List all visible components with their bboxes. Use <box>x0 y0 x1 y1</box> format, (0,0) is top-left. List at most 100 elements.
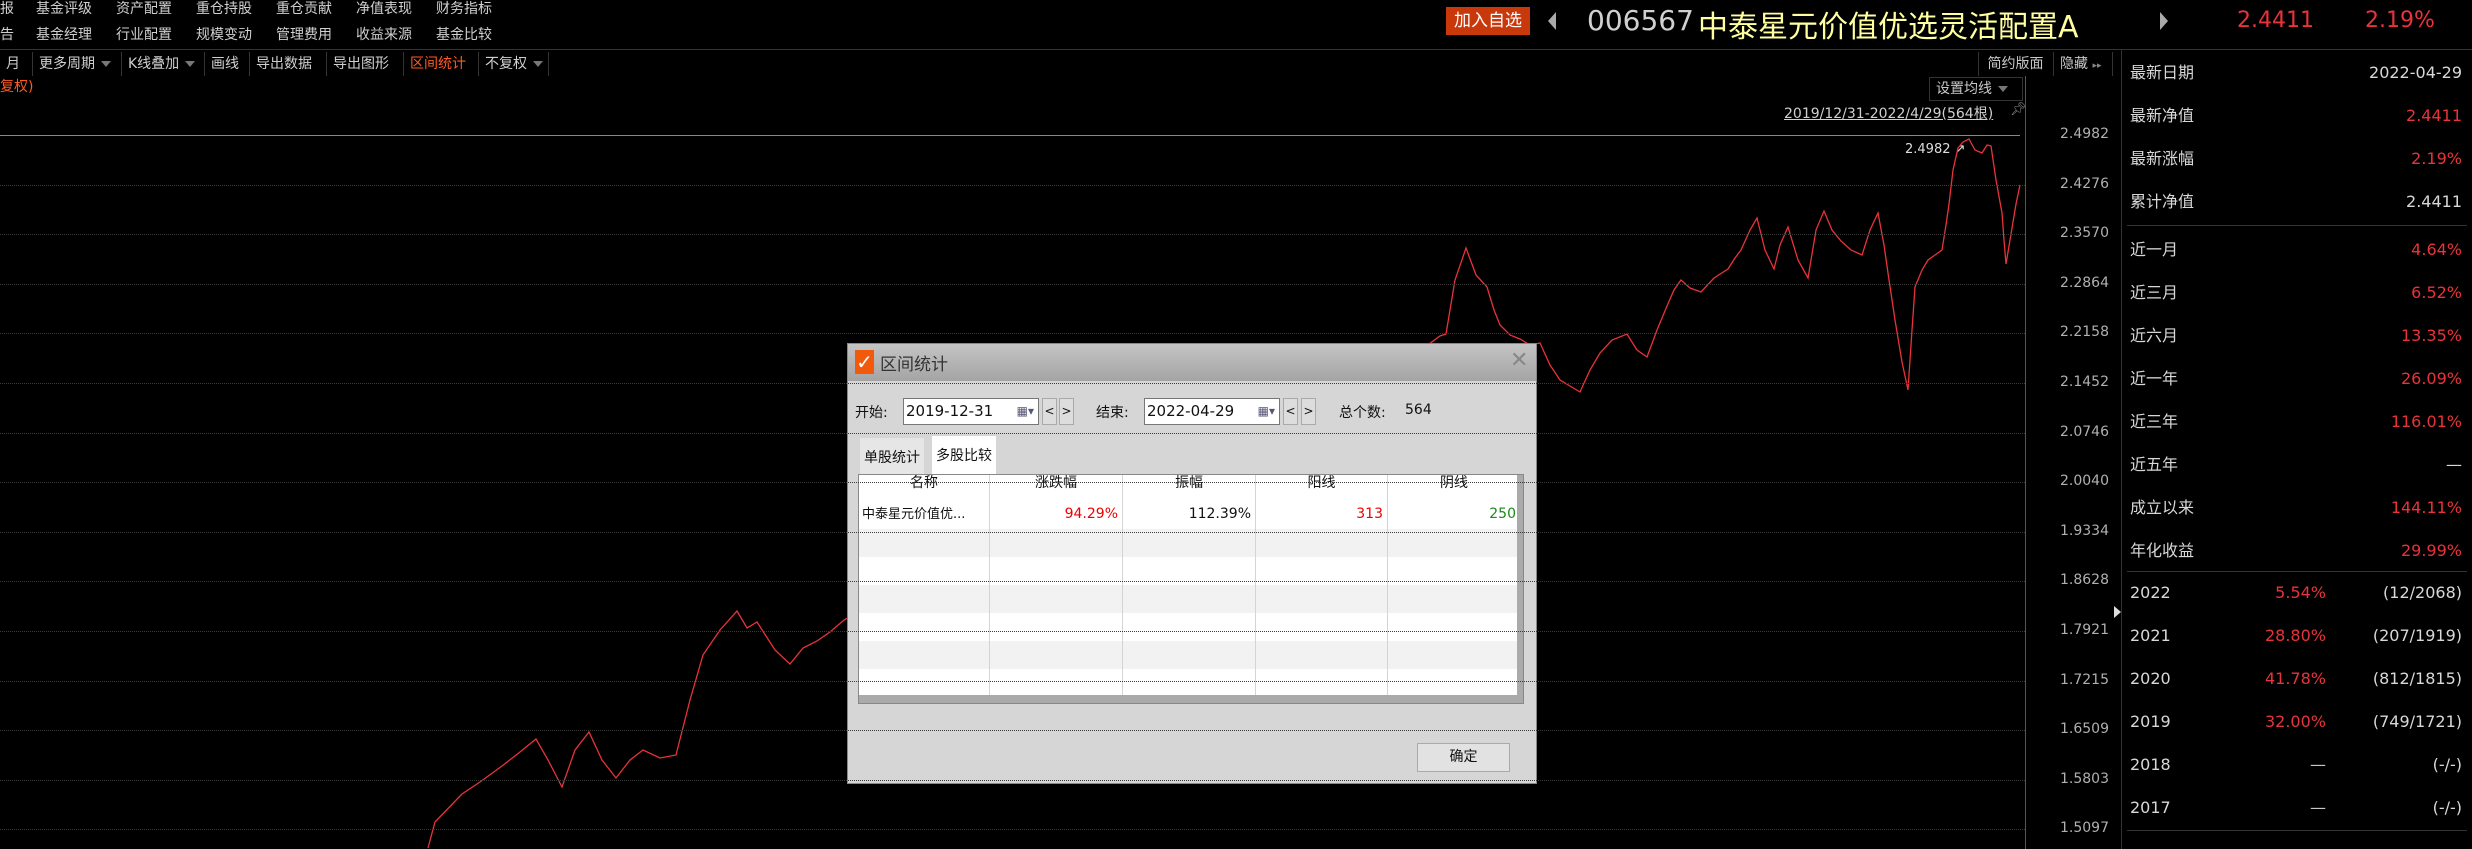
end-prev-button[interactable]: < <box>1283 398 1298 425</box>
panel-row-value: 26.09% <box>2400 369 2462 388</box>
column-header[interactable]: 阴线 <box>1388 475 1521 501</box>
panel-row: 近三月 6.52% <box>2130 281 2462 305</box>
panel-row-label: 最新日期 <box>2130 63 2195 82</box>
toolbar-label: 区间统计 <box>410 56 466 72</box>
column-header[interactable]: 名称 <box>859 475 990 501</box>
gridline <box>0 383 2025 384</box>
table-row[interactable] <box>859 585 1521 613</box>
toolbar-item[interactable]: 导出图形 <box>327 52 404 76</box>
year-return: — <box>2310 755 2326 774</box>
panel-row-value: 2.19% <box>2411 149 2462 168</box>
start-prev-button[interactable]: < <box>1042 398 1057 425</box>
y-axis-tick-label: 2.2864 <box>2060 274 2109 291</box>
table-cell <box>859 613 990 641</box>
y-axis-tick-label: 1.5097 <box>2060 820 2109 837</box>
nav-link[interactable]: 报 <box>0 0 14 18</box>
start-date-input[interactable]: 2019-12-31 ▦▾ <box>903 398 1039 425</box>
year-row: 2018 — (-/-) <box>2130 753 2462 777</box>
year-rank: (12/2068) <box>2383 583 2462 602</box>
hide-label: 隐藏 <box>2060 56 2088 72</box>
gridline <box>0 730 2025 732</box>
vertical-scrollbar[interactable] <box>1517 475 1523 695</box>
nav-link[interactable]: 重仓贡献 <box>276 0 332 18</box>
panel-row-label: 近三年 <box>2130 412 2179 431</box>
hide-panel-button[interactable]: 隐藏 ▸▸ <box>2053 52 2113 76</box>
table-cell <box>1123 641 1256 669</box>
end-next-button[interactable]: > <box>1301 398 1316 425</box>
year-rank: (749/1721) <box>2372 712 2462 731</box>
table-cell: 112.39% <box>1123 501 1256 529</box>
nav-link[interactable]: 规模变动 <box>196 24 252 44</box>
column-header[interactable]: 振幅 <box>1123 475 1256 501</box>
calendar-icon[interactable]: ▦▾ <box>1258 399 1275 424</box>
nav-link[interactable]: 净值表现 <box>356 0 412 18</box>
y-axis-tick-label: 2.1452 <box>2060 374 2109 390</box>
year-label: 2019 <box>2130 712 2171 731</box>
panel-toggle-arrow-icon[interactable] <box>2114 606 2121 618</box>
panel-row: 最新日期 2022-04-29 <box>2130 61 2462 85</box>
nav-link[interactable]: 财务指标 <box>436 0 492 18</box>
ok-button[interactable]: 确定 <box>1417 743 1510 772</box>
table-row[interactable] <box>859 529 1521 557</box>
toolbar-item[interactable]: K线叠加 <box>122 52 205 76</box>
y-axis-tick-label: 1.6509 <box>2060 721 2109 738</box>
table-cell <box>990 669 1123 697</box>
nav-link[interactable]: 告 <box>0 24 14 44</box>
y-axis-tick-label: 1.8628 <box>2060 572 2109 589</box>
toolbar-item[interactable]: 不复权 <box>479 52 549 76</box>
table-row[interactable]: 中泰星元价值优... 94.29% 112.39% 313 250 <box>859 501 1521 529</box>
toolbar-item[interactable]: 区间统计 <box>404 52 479 76</box>
year-row: 2022 5.54% (12/2068) <box>2130 581 2462 605</box>
panel-row: 近一年 26.09% <box>2130 367 2462 391</box>
panel-row-label: 最新净值 <box>2130 106 2195 125</box>
panel-row-label: 成立以来 <box>2130 498 2195 517</box>
end-date-input[interactable]: 2022-04-29 ▦▾ <box>1144 398 1280 425</box>
range-stats-dialog: ✓ 区间统计 ✕ 开始: 2019-12-31 ▦▾ < > 结束: 2022-0… <box>847 343 1537 784</box>
table-row[interactable] <box>859 641 1521 669</box>
nav-link[interactable]: 资产配置 <box>116 0 172 18</box>
nav-link[interactable]: 行业配置 <box>116 24 172 44</box>
table-cell: 94.29% <box>990 501 1123 529</box>
column-header[interactable]: 阳线 <box>1256 475 1388 501</box>
close-icon[interactable]: ✕ <box>1510 348 1528 373</box>
table-cell <box>1123 585 1256 613</box>
table-cell: 中泰星元价值优... <box>859 501 990 529</box>
horizontal-scrollbar[interactable] <box>859 695 1523 703</box>
panel-row: 累计净值 2.4411 <box>2130 190 2462 214</box>
nav-link[interactable]: 基金经理 <box>36 24 92 44</box>
count-label: 总个数: <box>1339 405 1386 421</box>
panel-row-label: 累计净值 <box>2130 192 2195 211</box>
panel-row-label: 近一年 <box>2130 369 2179 388</box>
column-header[interactable]: 涨跌幅 <box>990 475 1123 501</box>
start-next-button[interactable]: > <box>1059 398 1074 425</box>
nav-link[interactable]: 管理费用 <box>276 24 332 44</box>
panel-row-value: 2022-04-29 <box>2369 63 2462 82</box>
year-label: 2017 <box>2130 798 2171 817</box>
table-cell <box>1388 585 1521 613</box>
nav-link[interactable]: 基金比较 <box>436 24 492 44</box>
nav-link[interactable]: 收益来源 <box>356 24 412 44</box>
nav-link[interactable]: 重仓持股 <box>196 0 252 18</box>
dialog-title-bar[interactable]: ✓ 区间统计 ✕ <box>848 344 1536 381</box>
toolbar-item[interactable]: 画线 <box>205 52 250 76</box>
panel-row: 近五年 — <box>2130 453 2462 477</box>
double-arrow-icon: ▸▸ <box>2092 61 2102 71</box>
toolbar-item[interactable]: 更多周期 <box>33 52 122 76</box>
year-row: 2020 41.78% (812/1815) <box>2130 667 2462 691</box>
table-row[interactable] <box>859 613 1521 641</box>
year-label: 2018 <box>2130 755 2171 774</box>
toolbar-label: 导出图形 <box>333 56 389 72</box>
next-fund-arrow-icon[interactable] <box>2160 12 2168 30</box>
dialog-title: 区间统计 <box>880 355 948 375</box>
panel-separator <box>2127 571 2467 572</box>
panel-row-label: 年化收益 <box>2130 541 2195 560</box>
toolbar-item[interactable]: 导出数据 <box>250 52 327 76</box>
toolbar-item[interactable]: 月 <box>0 52 33 76</box>
gridline <box>0 482 2025 484</box>
tab-single-stats[interactable]: 单股统计 <box>860 438 924 474</box>
tab-multi-compare[interactable]: 多股比较 <box>932 436 996 474</box>
calendar-icon[interactable]: ▦▾ <box>1017 399 1034 424</box>
year-label: 2021 <box>2130 626 2171 645</box>
table-row[interactable] <box>859 669 1521 697</box>
nav-link[interactable]: 基金评级 <box>36 0 92 18</box>
